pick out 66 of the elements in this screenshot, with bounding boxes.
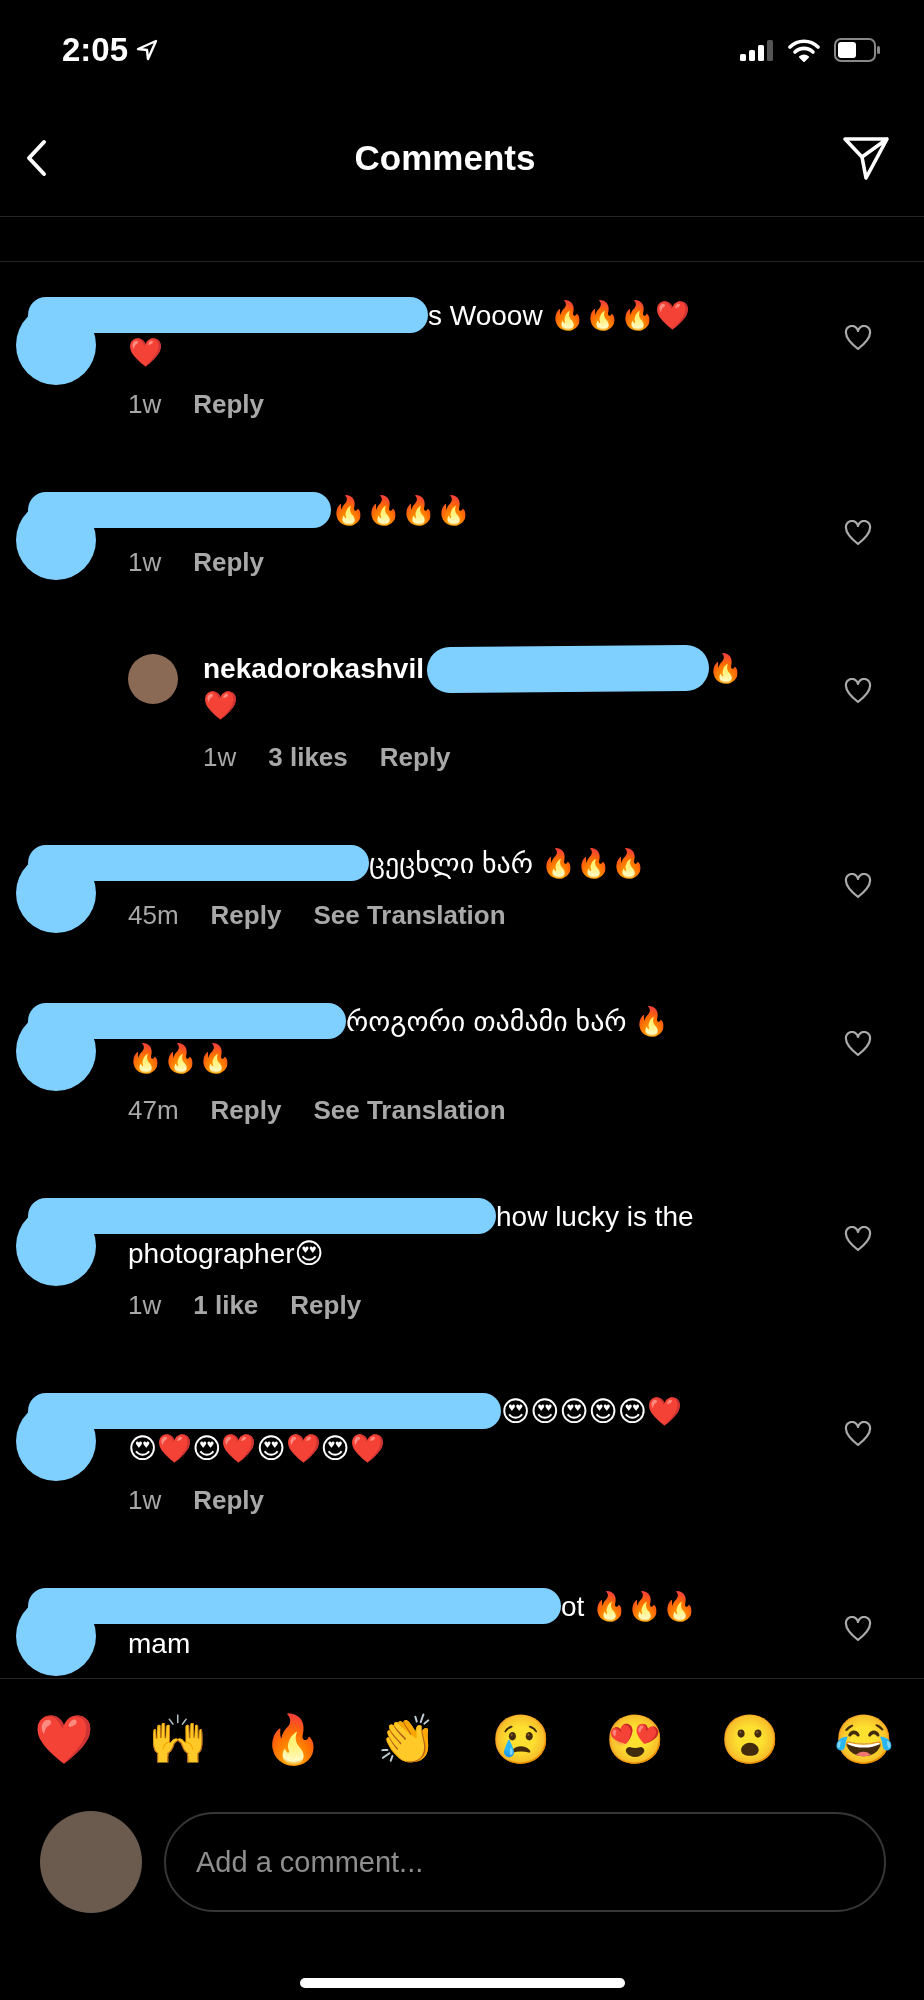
comment-action[interactable]: See Translation [313, 1095, 506, 1126]
comment-action[interactable]: See Translation [313, 900, 506, 931]
heart-icon [844, 1421, 872, 1447]
comment-time: 1w [128, 1290, 162, 1321]
comment-text: photographer😍 [128, 1237, 324, 1271]
like-button[interactable] [844, 520, 872, 546]
comment-action[interactable]: 1 like [193, 1290, 259, 1321]
comment-input-field[interactable]: Add a comment... [164, 1812, 886, 1912]
avatar-placeholder[interactable] [128, 654, 178, 704]
comment-time: 1w [128, 389, 162, 420]
heart-icon [844, 520, 872, 546]
comment-text: ot 🔥🔥🔥 [561, 1590, 698, 1624]
comment-action[interactable]: Reply [379, 742, 451, 773]
comment-text: ❤ [128, 336, 163, 370]
heart-icon [844, 1031, 872, 1057]
comment-text: ცეცხლი ხარ 🔥🔥🔥 [369, 847, 646, 881]
battery-icon [834, 38, 882, 62]
back-chevron-icon [24, 138, 48, 178]
comment-action[interactable]: Reply [290, 1290, 362, 1321]
heart-icon [844, 325, 872, 351]
emoji-reaction-button[interactable]: 😂 [833, 1716, 894, 1764]
comment-action[interactable]: Reply [210, 1095, 282, 1126]
emoji-reaction-button[interactable]: 😮 [719, 1716, 780, 1764]
comment-text: how lucky is the [496, 1200, 694, 1234]
emoji-reaction-button[interactable]: ❤ [34, 1716, 94, 1764]
heart-icon [844, 1616, 872, 1642]
comment-action[interactable]: Reply [210, 900, 282, 931]
comment-text: 😍😍😍😍😍❤ [501, 1395, 682, 1429]
comment-time: 1w [128, 1485, 162, 1516]
comment-time: 1w [203, 742, 237, 773]
comment-action[interactable]: Reply [193, 547, 265, 578]
screen-title: Comments [354, 138, 536, 178]
comment-text: s Wooow 🔥🔥🔥❤ [428, 299, 691, 333]
comment-text: mam [128, 1627, 191, 1661]
comment-action[interactable]: Reply [193, 389, 265, 420]
heart-icon [844, 678, 872, 704]
comment-time: 1w [128, 547, 162, 578]
comment-time: 47m [128, 1095, 179, 1126]
emoji-reaction-button[interactable]: 🙌 [148, 1716, 209, 1764]
comment-action[interactable]: Reply [193, 1485, 265, 1516]
emoji-reaction-button[interactable]: 👏 [376, 1716, 437, 1764]
status-time: 2:05 [62, 31, 129, 69]
like-button[interactable] [844, 1616, 872, 1642]
wifi-icon [788, 38, 820, 62]
comment-text: 🔥🔥🔥🔥 [331, 494, 471, 528]
comment-text: 🔥 [708, 652, 743, 686]
like-button[interactable] [844, 1226, 872, 1252]
comment-time: 45m [128, 900, 179, 931]
like-button[interactable] [844, 1031, 872, 1057]
heart-icon [844, 873, 872, 899]
location-arrow-icon [136, 39, 159, 61]
paper-plane-icon [842, 135, 890, 181]
signal-icon [740, 39, 774, 61]
like-button[interactable] [844, 678, 872, 704]
comment-action[interactable]: 3 likes [268, 742, 348, 773]
heart-icon [844, 1226, 872, 1252]
comment-text: როგორი თამამი ხარ 🔥 [346, 1005, 670, 1039]
username[interactable]: nekadorokashvil [203, 650, 424, 687]
comment-text: 🔥🔥🔥 [128, 1042, 233, 1076]
comment-text: ❤ [203, 689, 238, 723]
like-button[interactable] [844, 873, 872, 899]
emoji-reaction-button[interactable]: 😍 [605, 1716, 666, 1764]
emoji-reaction-button[interactable]: 😢 [491, 1716, 552, 1764]
comment-text: 😍❤😍❤😍❤😍❤ [128, 1432, 385, 1466]
like-button[interactable] [844, 325, 872, 351]
like-button[interactable] [844, 1421, 872, 1447]
